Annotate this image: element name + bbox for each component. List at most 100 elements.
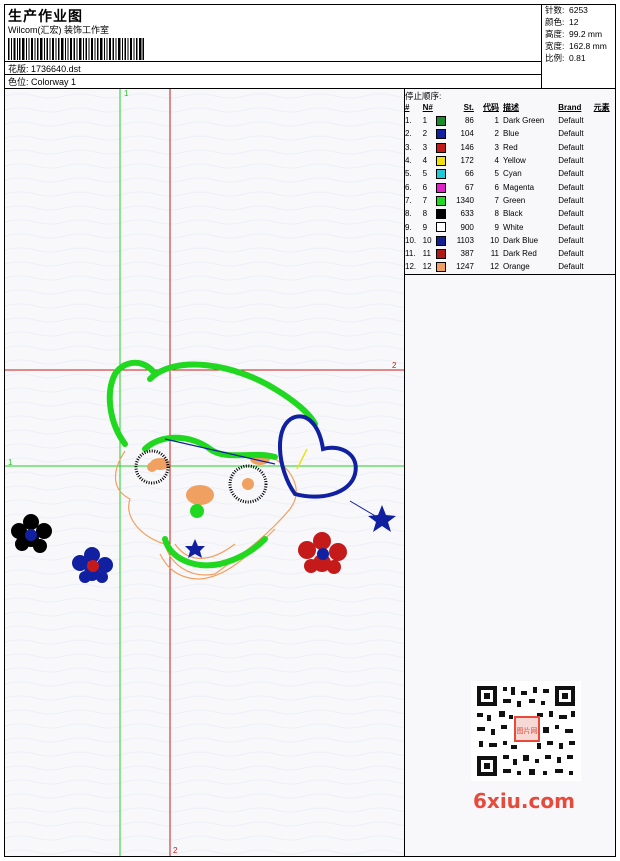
stat-scale: 比例: 0.81 xyxy=(545,53,586,63)
guide-marker-red-right: 2 xyxy=(392,361,397,370)
colorway: 色位: Colorway 1 xyxy=(8,77,77,87)
table-row: 3. 3 146 3 Red Default xyxy=(405,141,615,154)
row-stitches: 633 xyxy=(460,209,474,219)
header: 生产作业图 Wilcom(汇宏) 装饰工作室 花版: 1736640.dst 色… xyxy=(4,4,616,89)
col-num: # xyxy=(405,103,410,112)
row-desc: Black xyxy=(503,209,523,219)
stop-sequence-table: # N# St. 代码 描述 Brand 元素 1. 1 86 1 Dark Green… xyxy=(405,101,615,274)
color-swatch-icon xyxy=(436,235,447,246)
color-swatch-icon xyxy=(436,209,447,220)
header-divider xyxy=(4,61,541,62)
row-desc: Green xyxy=(503,195,526,205)
row-num: 3. xyxy=(405,142,412,152)
row-brand: Default xyxy=(558,169,584,179)
col-st: St. xyxy=(463,103,474,112)
row-brand: Default xyxy=(558,129,584,139)
table-row: 7. 7 1340 7 Green Default xyxy=(405,194,615,207)
row-n: 10 xyxy=(422,235,432,245)
row-desc: Red xyxy=(503,142,518,152)
row-brand: Default xyxy=(558,209,584,219)
color-swatch-icon xyxy=(436,129,447,140)
row-desc: Magenta xyxy=(503,182,535,192)
table-row: 9. 9 900 9 White Default xyxy=(405,220,615,233)
table-row: 2. 2 104 2 Blue Default xyxy=(405,127,615,140)
row-num: 2. xyxy=(405,129,412,139)
table-header-row: # N# St. 代码 描述 Brand 元素 xyxy=(405,101,615,114)
table-row: 11. 11 387 11 Dark Red Default xyxy=(405,247,615,260)
row-num: 4. xyxy=(405,156,412,166)
stat-colors: 颜色: 12 xyxy=(545,17,579,27)
row-num: 9. xyxy=(405,222,412,232)
row-n: 11 xyxy=(422,249,431,259)
row-code: 12 xyxy=(490,262,499,272)
row-n: 12 xyxy=(422,262,432,272)
row-n: 8 xyxy=(422,209,428,219)
stat-stitches: 针数: 6253 xyxy=(545,5,588,15)
row-num: 5. xyxy=(405,169,412,179)
row-desc: Yellow xyxy=(503,156,526,166)
color-swatch-icon xyxy=(436,142,447,153)
row-desc: Cyan xyxy=(503,169,522,179)
pane-divider xyxy=(405,274,615,275)
color-swatch-icon xyxy=(436,182,447,193)
row-stitches: 172 xyxy=(460,156,474,166)
row-n: 7 xyxy=(422,195,428,205)
row-brand: Default xyxy=(558,182,584,192)
row-desc: Dark Green xyxy=(503,116,545,126)
row-num: 7. xyxy=(405,195,412,205)
row-brand: Default xyxy=(558,156,584,166)
color-swatch-icon xyxy=(436,169,447,180)
guide-marker-green-left: 1 xyxy=(8,458,13,467)
row-stitches: 387 xyxy=(460,249,474,259)
nose xyxy=(190,504,204,518)
table-row: 8. 8 633 8 Black Default xyxy=(405,207,615,220)
table-row: 4. 4 172 4 Yellow Default xyxy=(405,154,615,167)
row-brand: Default xyxy=(558,142,584,152)
row-num: 8. xyxy=(405,209,412,219)
col-code: 代码 xyxy=(483,103,499,112)
stat-width: 宽度: 162.8 mm xyxy=(545,41,607,51)
embroidery-preview xyxy=(5,89,404,856)
row-desc: White xyxy=(503,222,524,232)
row-desc: Blue xyxy=(503,129,520,139)
guide-marker-red-bottom: 2 xyxy=(173,846,178,855)
row-brand: Default xyxy=(558,235,584,245)
design-file-name: 1736640.dst xyxy=(31,64,81,74)
row-stitches: 104 xyxy=(460,129,474,139)
table-row: 6. 6 67 6 Magenta Default xyxy=(405,180,615,193)
design-stats: 针数: 6253 颜色: 12 高度: 99.2 mm 宽度: 162.8 mm 比例:… xyxy=(541,4,616,88)
color-swatch-icon xyxy=(436,116,447,127)
col-element: 元素 xyxy=(593,103,610,112)
watermark-text: 6xiu.com xyxy=(473,789,575,813)
color-swatch-icon xyxy=(436,249,447,259)
row-n: 5 xyxy=(422,169,428,179)
row-n: 2 xyxy=(422,129,428,139)
colorway-name: Colorway 1 xyxy=(31,77,77,87)
color-swatch-icon xyxy=(436,195,447,206)
row-stitches: 66 xyxy=(464,169,474,179)
row-desc: Dark Red xyxy=(503,249,537,259)
table-row: 10. 10 1103 10 Dark Blue Default xyxy=(405,234,615,247)
row-stitches: 1340 xyxy=(456,195,474,205)
row-code: 10 xyxy=(490,235,499,245)
color-swatch-icon xyxy=(436,222,447,233)
design-canvas[interactable]: 1 1 2 2 xyxy=(5,89,405,856)
row-num: 10. xyxy=(405,235,417,245)
col-brand: Brand xyxy=(558,103,582,112)
row-code: 5 xyxy=(494,169,499,179)
row-brand: Default xyxy=(558,222,584,232)
row-brand: Default xyxy=(558,116,584,126)
table-row: 12. 12 1247 12 Orange Default xyxy=(405,260,615,273)
row-n: 1 xyxy=(422,116,428,126)
row-num: 6. xyxy=(405,182,412,192)
table-row: 5. 5 66 5 Cyan Default xyxy=(405,167,615,180)
row-code: 2 xyxy=(494,129,499,139)
row-brand: Default xyxy=(558,262,584,272)
row-desc: Dark Blue xyxy=(503,235,539,245)
row-code: 7 xyxy=(494,195,499,205)
row-code: 8 xyxy=(494,209,499,219)
row-num: 11. xyxy=(405,249,416,259)
row-n: 3 xyxy=(422,142,428,152)
row-brand: Default xyxy=(558,195,584,205)
page-subtitle: Wilcom(汇宏) 装饰工作室 xyxy=(8,25,109,35)
